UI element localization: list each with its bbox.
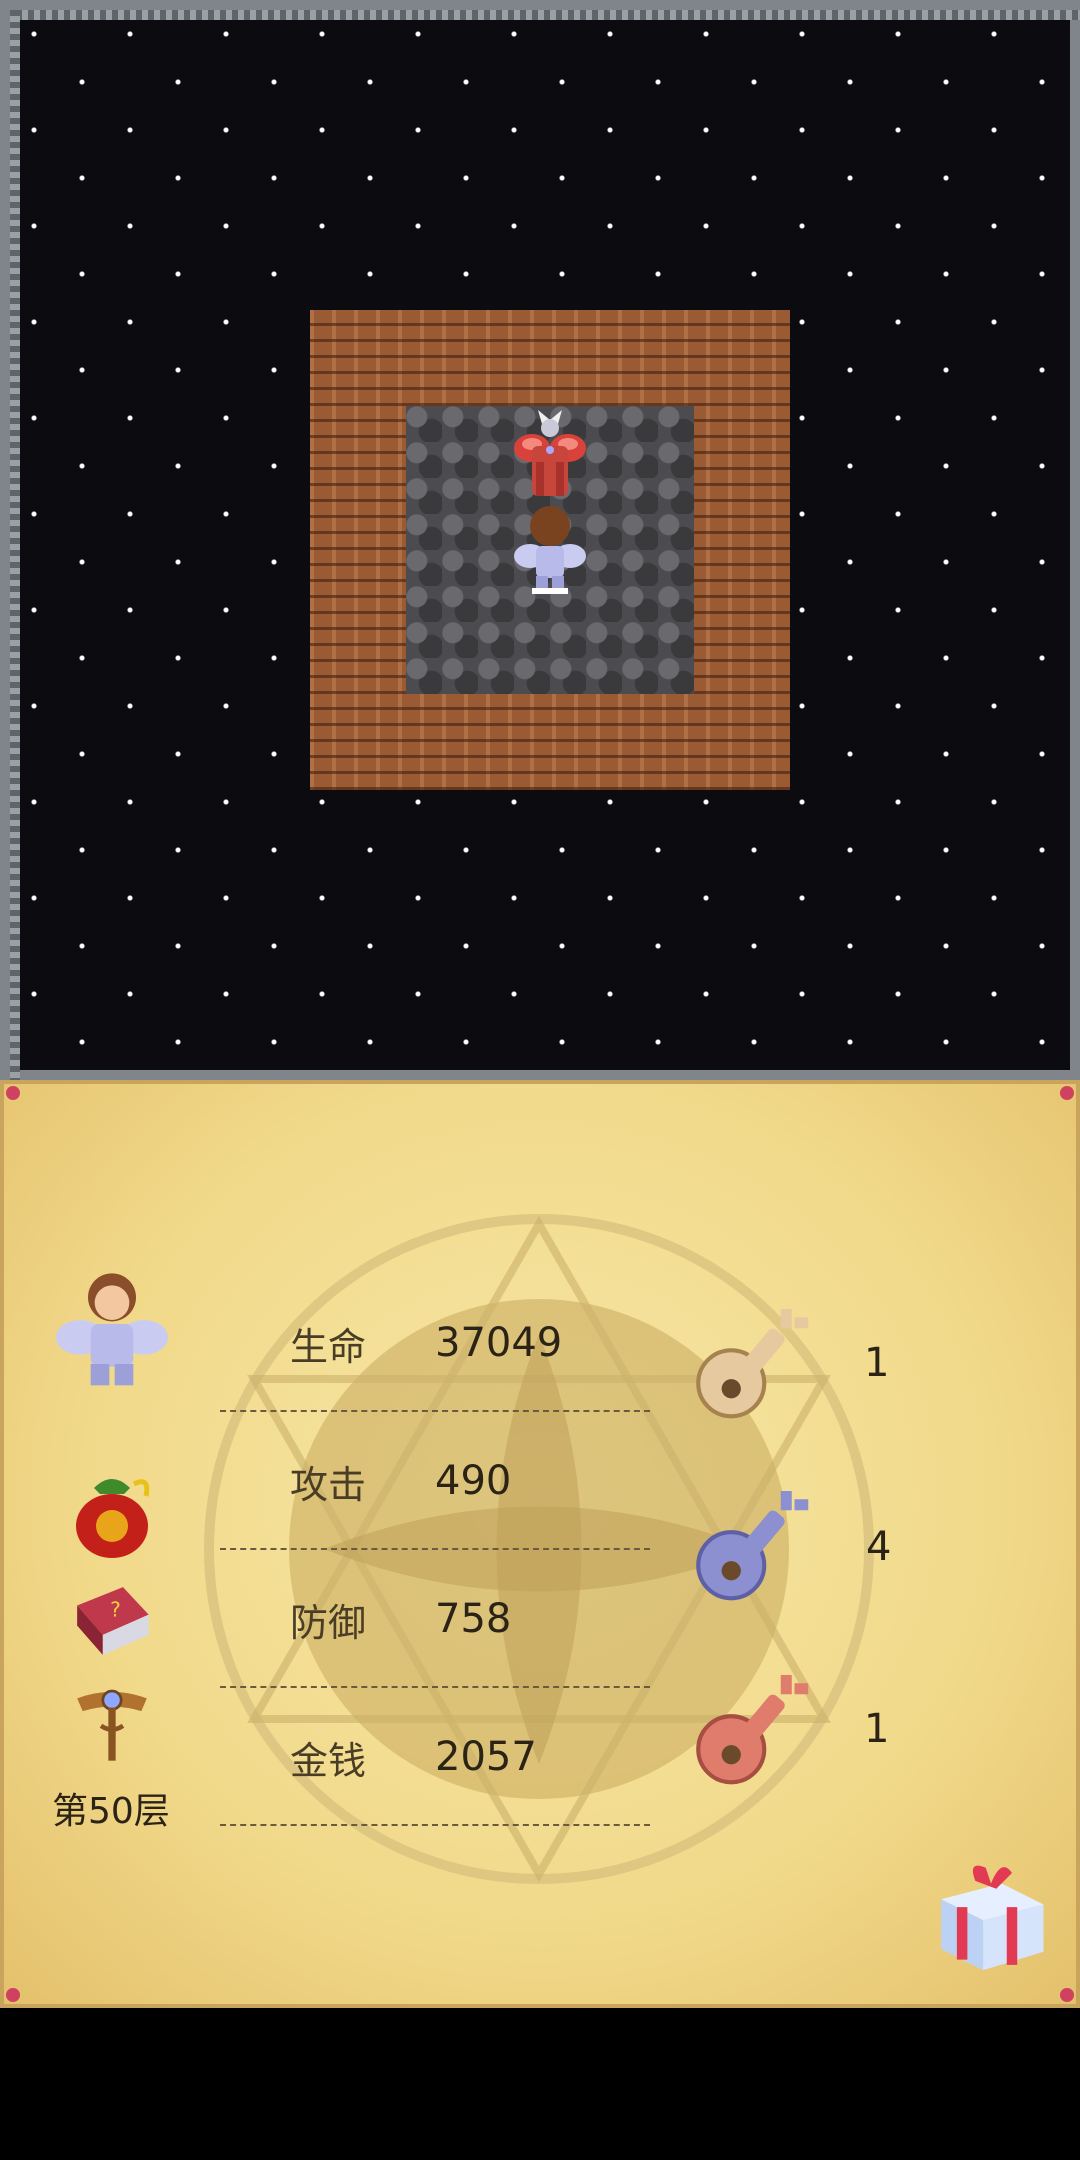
defense-value: 758 xyxy=(435,1596,512,1642)
hp-value: 37049 xyxy=(435,1320,563,1366)
floor-fly-staff-icon[interactable] xyxy=(68,1680,156,1768)
panel-corner xyxy=(6,1086,20,1100)
game-map[interactable] xyxy=(0,0,1080,1090)
red-key-icon xyxy=(696,1675,809,1785)
defense-label: 防御 xyxy=(290,1601,367,1645)
hero-portrait-icon xyxy=(56,1273,168,1386)
gift-box-icon[interactable] xyxy=(928,1852,1054,1978)
yellow-key-count: 1 xyxy=(864,1340,890,1386)
lucky-bag-icon[interactable] xyxy=(64,1466,160,1562)
stat-divider xyxy=(220,1824,650,1826)
map-border xyxy=(10,10,20,1090)
stat-divider xyxy=(220,1410,650,1412)
gold-value: 2057 xyxy=(435,1734,537,1780)
blue-key-icon xyxy=(696,1491,809,1601)
red-key-count: 1 xyxy=(864,1706,890,1752)
monster-book-icon[interactable]: ? xyxy=(68,1578,156,1666)
map-border xyxy=(10,10,1080,20)
panel-corner xyxy=(1060,1086,1074,1100)
floor-level-label: 第50层 xyxy=(52,1791,170,1832)
hp-label: 生命 xyxy=(290,1325,367,1369)
hero-map-sprite-icon xyxy=(514,506,586,594)
status-panel: ? 第50层 生命 37049 攻击 490 防御 758 金钱 2057 1 … xyxy=(0,1080,1080,2008)
svg-text:?: ? xyxy=(110,1598,121,1622)
red-knight-npc-icon[interactable] xyxy=(502,406,598,502)
panel-corner xyxy=(1060,1988,1074,2002)
yellow-key-icon xyxy=(696,1309,809,1419)
attack-value: 490 xyxy=(435,1458,512,1504)
panel-corner xyxy=(6,1988,20,2002)
gold-label: 金钱 xyxy=(290,1739,367,1783)
stat-divider xyxy=(220,1686,650,1688)
attack-label: 攻击 xyxy=(290,1463,367,1507)
stat-divider xyxy=(220,1548,650,1550)
blue-key-count: 4 xyxy=(866,1524,892,1570)
